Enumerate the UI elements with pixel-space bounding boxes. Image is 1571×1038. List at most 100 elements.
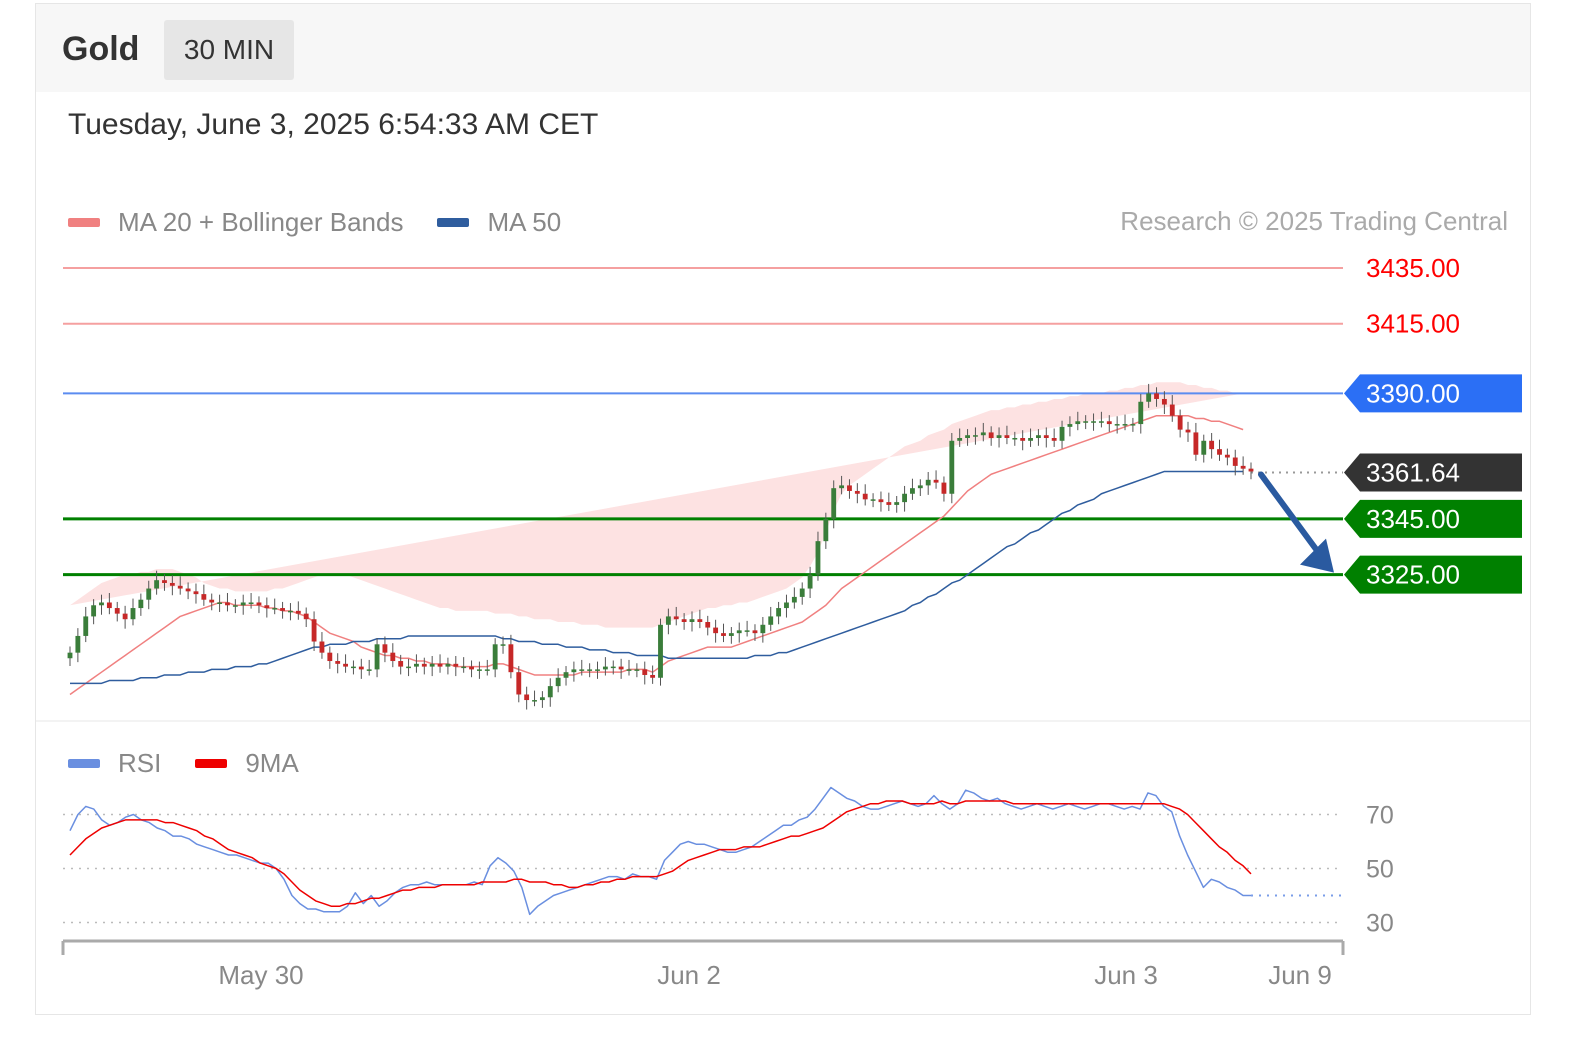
candle-body <box>681 619 687 622</box>
candle-body <box>256 602 262 606</box>
candle-body <box>122 613 128 620</box>
candle-body <box>728 633 734 636</box>
candle-body <box>650 674 656 678</box>
chart-card: Gold 30 MIN Tuesday, June 3, 2025 6:54:3… <box>35 3 1531 1015</box>
candle-body <box>807 574 813 589</box>
candle-body <box>1043 435 1049 438</box>
price-chart-svg[interactable]: 3435.00 3415.00 3390.00 3361.64 3345.00 3325.… <box>36 4 1532 1016</box>
candle-body <box>492 644 498 670</box>
candle-body <box>1098 421 1104 423</box>
candle-body <box>217 602 223 604</box>
candle-body <box>658 624 663 678</box>
level-label-resistance: 3415.00 <box>1366 309 1460 339</box>
candle-body <box>665 616 671 625</box>
candle-body <box>1106 421 1112 425</box>
candle-body <box>445 663 451 667</box>
candle-body <box>476 669 482 671</box>
candle-body <box>776 608 782 617</box>
x-tick-label: May 30 <box>218 960 303 990</box>
candle-body <box>634 669 640 671</box>
candle-body <box>571 669 577 673</box>
candle-body <box>99 602 104 606</box>
candle-body <box>965 435 970 438</box>
candle-body <box>854 490 860 494</box>
candle-body <box>1185 429 1191 433</box>
candle-body <box>815 541 821 575</box>
candle-body <box>421 663 427 667</box>
candle-body <box>327 652 333 662</box>
candle-body <box>1004 435 1010 438</box>
candle-body <box>886 502 892 505</box>
candle-body <box>996 435 1002 438</box>
rsi-line <box>69 786 1251 916</box>
candle-body <box>343 663 348 667</box>
candle-body <box>429 663 435 667</box>
rsi-tick-label: 30 <box>1366 910 1394 938</box>
candle-body <box>894 502 900 505</box>
candle-body <box>713 627 719 634</box>
candle-body <box>1051 438 1057 441</box>
candle-body <box>398 661 404 667</box>
candle-body <box>193 591 199 595</box>
candle-body <box>1083 421 1089 423</box>
candle-body <box>917 485 923 489</box>
candle-body <box>358 666 364 670</box>
candle-body <box>1224 454 1230 458</box>
candle-body <box>177 585 183 589</box>
candle-body <box>610 666 616 669</box>
candle-body <box>130 608 136 620</box>
rsi-9ma-line <box>69 800 1252 908</box>
candle-body <box>288 610 293 613</box>
candle-body <box>453 663 459 667</box>
candle-body <box>941 482 947 494</box>
candle-body <box>673 616 679 620</box>
candle-body <box>232 605 238 607</box>
candle-body <box>878 499 884 503</box>
candle-body <box>1217 449 1222 455</box>
candle-body <box>949 440 955 494</box>
candle-body <box>602 666 608 670</box>
candle-body <box>201 594 207 600</box>
candle-body <box>374 644 380 670</box>
candle-body <box>760 624 766 634</box>
candle-body <box>138 599 144 609</box>
forecast-arrow-head <box>1300 538 1334 573</box>
candle-body <box>823 518 829 542</box>
candle-body <box>351 666 356 669</box>
candle-body <box>539 697 545 701</box>
forecast-arrow-shaft <box>1258 471 1323 558</box>
candle-body <box>461 666 467 669</box>
candle-body <box>114 608 120 614</box>
candle-body <box>185 588 191 592</box>
bollinger-band <box>70 382 1244 628</box>
candle-body <box>146 588 152 600</box>
candle-body <box>524 694 530 701</box>
candle-body <box>382 644 388 653</box>
corner-action-button[interactable] <box>1458 934 1514 990</box>
candle-body <box>311 619 317 642</box>
candle-body <box>1075 421 1081 425</box>
candle-body <box>1154 393 1159 399</box>
candle-body <box>988 432 994 438</box>
candle-body <box>500 644 506 646</box>
candle-body <box>319 641 325 653</box>
candle-body <box>209 599 215 603</box>
candle-body <box>736 630 742 634</box>
candle-body <box>799 588 805 597</box>
candle-body <box>1146 393 1152 402</box>
candle-body <box>264 605 270 609</box>
candle-body <box>154 580 160 589</box>
candle-body <box>933 479 939 483</box>
candle-body <box>83 616 89 636</box>
level-label-current: 3361.64 <box>1366 457 1460 487</box>
candle-body <box>469 666 474 670</box>
candle-body <box>1122 424 1128 426</box>
candle-body <box>768 616 774 625</box>
candle-body <box>335 661 341 664</box>
candle-body <box>910 488 915 494</box>
candle-body <box>67 652 73 659</box>
candle-body <box>437 663 443 667</box>
candle-body <box>1177 415 1183 430</box>
candle-body <box>1114 424 1120 426</box>
candle-body <box>532 700 537 702</box>
